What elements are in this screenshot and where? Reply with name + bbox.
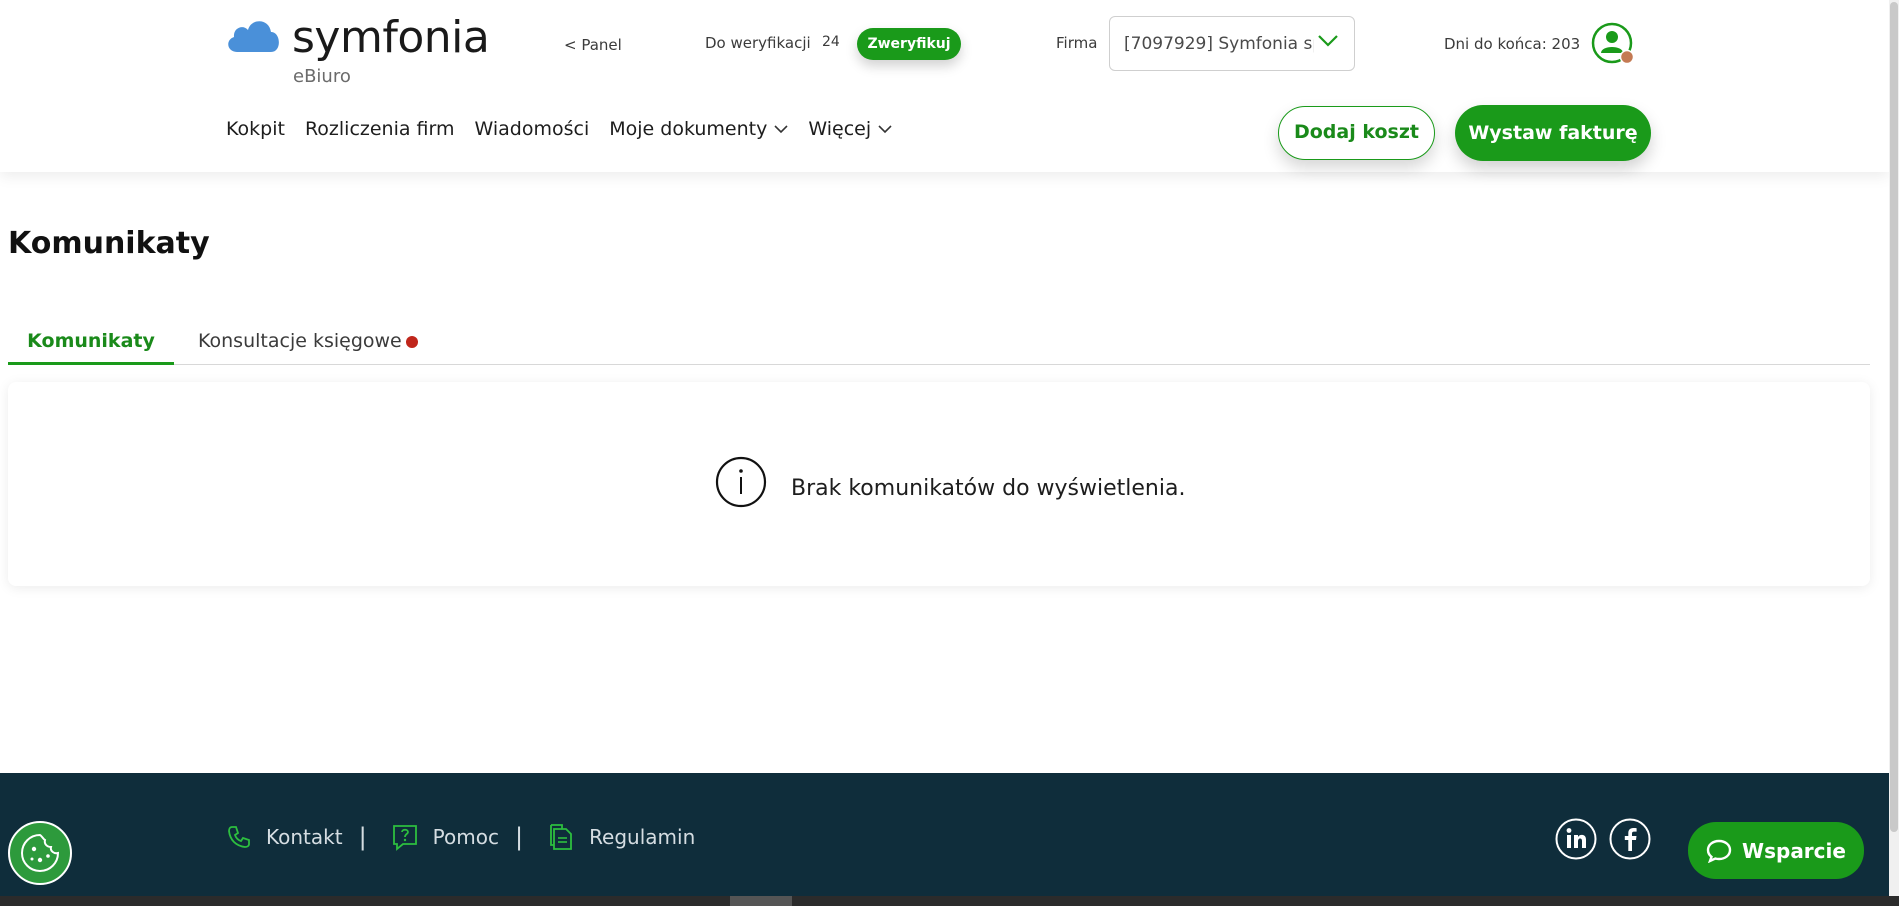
messages-card: Brak komunikatów do wyświetlenia. [8,382,1870,586]
firma-select[interactable]: [7097929] Symfonia sp. [1109,16,1355,71]
footer-separator: | [358,823,367,851]
help-icon [392,825,417,851]
vertical-scrollbar-thumb[interactable] [1890,2,1898,832]
linkedin-icon[interactable] [1555,818,1597,860]
issue-invoice-button[interactable]: Wystaw fakturę [1455,105,1651,161]
chat-bubble-icon [1706,839,1732,863]
firma-selected-value: [7097929] Symfonia sp. [1124,34,1314,54]
footer-link-kontakt[interactable]: Kontakt [226,824,343,850]
phone-icon [228,826,250,848]
footer-link-label: Regulamin [589,825,696,849]
footer: Kontakt | Pomoc | Regulamin Wsparcie [0,773,1889,896]
facebook-icon[interactable] [1609,818,1651,860]
days-left-label: Dni do końca: 203 [1444,35,1581,53]
firma-label: Firma [1056,34,1098,52]
nav-item-label: Więcej [808,118,872,140]
symfonia-logo[interactable]: symfonia eBiuro [225,12,490,92]
support-button-label: Wsparcie [1742,838,1846,863]
horizontal-scrollbar-thumb[interactable] [730,896,792,906]
tabs: Komunikaty Konsultacje księgowe [8,320,1870,365]
nav-item-kokpit[interactable]: Kokpit [226,118,285,140]
nav-item-moje-dokumenty[interactable]: Moje dokumenty [609,118,788,140]
chevron-down-icon [878,125,892,134]
tab-komunikaty[interactable]: Komunikaty [8,330,174,365]
vertical-scrollbar[interactable] [1889,0,1899,896]
main-nav: Kokpit Rozliczenia firm Wiadomości Moje … [226,118,912,140]
logo-wordmark: symfonia [292,12,490,63]
nav-item-label: Rozliczenia firm [304,118,455,140]
empty-state-message: Brak komunikatów do wyświetlenia. [791,476,1186,501]
verify-label: Do weryfikacji [705,34,811,52]
header: symfonia eBiuro < Panel Do weryfikacji 2… [0,0,1889,172]
nav-item-wiadomosci[interactable]: Wiadomości [475,118,590,140]
chevron-down-icon [1318,35,1338,47]
cookie-icon [20,833,60,873]
page-title: Komunikaty [8,226,210,261]
panel-link[interactable]: < Panel [564,36,622,54]
footer-link-label: Kontakt [266,825,343,849]
logo-product-name: eBiuro [293,66,351,87]
footer-link-label: Pomoc [432,825,499,849]
nav-item-label: Moje dokumenty [609,118,768,140]
nav-item-rozliczenia[interactable]: Rozliczenia firm [305,118,455,140]
footer-link-pomoc[interactable]: Pomoc [391,823,499,851]
nav-item-wiecej[interactable]: Więcej [808,118,892,140]
nav-item-label: Wiadomości [474,118,590,140]
chevron-down-icon [774,125,788,134]
add-cost-button[interactable]: Dodaj koszt [1278,106,1435,160]
tab-konsultacje-ksiegowe[interactable]: Konsultacje księgowe [198,330,402,352]
user-avatar-icon[interactable] [1591,22,1635,66]
nav-item-label: Kokpit [226,118,285,140]
document-icon [550,824,572,850]
info-icon [715,456,767,508]
footer-link-regulamin[interactable]: Regulamin [547,823,695,851]
footer-links: Kontakt | Pomoc | Regulamin [226,823,695,851]
cloud-logo-icon [228,21,279,52]
verify-count: 24 [822,34,840,50]
support-button[interactable]: Wsparcie [1688,822,1864,879]
notification-dot [406,336,418,348]
verify-button[interactable]: Zweryfikuj [857,28,961,60]
cookie-settings-button[interactable] [8,821,72,885]
horizontal-scrollbar[interactable] [0,896,1899,906]
footer-separator: | [514,823,524,851]
